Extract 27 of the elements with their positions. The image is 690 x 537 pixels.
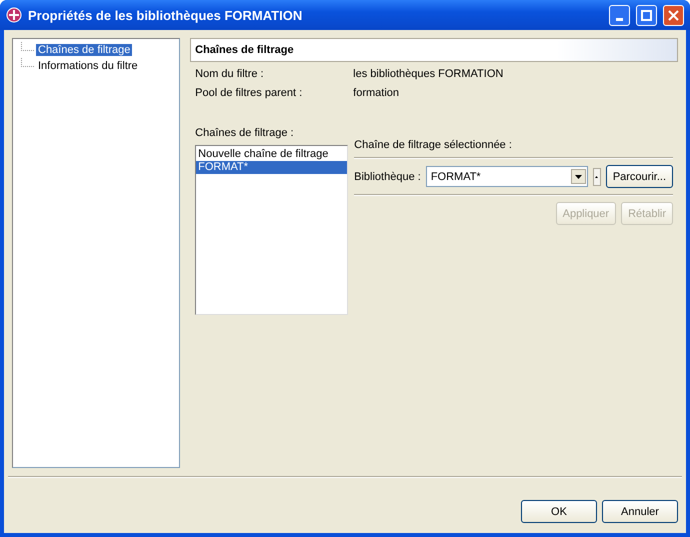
section-label: Chaîne de filtrage sélectionnée : [354, 139, 513, 151]
small-spin-button[interactable] [592, 168, 601, 186]
library-combo-box[interactable]: FORMAT* [426, 166, 588, 187]
minimize-button[interactable] [609, 4, 630, 26]
list-item[interactable]: Nouvelle chaîne de filtrage [196, 148, 348, 161]
up-arrow-icon [595, 176, 598, 178]
tree-item[interactable]: Informations du filtre [36, 60, 140, 72]
field-label: Pool de filtres parent : [195, 87, 304, 99]
maximize-button[interactable] [636, 4, 657, 26]
tree-item[interactable]: Chaînes de filtrage [36, 44, 132, 56]
field-label: Nom du filtre : [195, 68, 265, 80]
list-item[interactable]: FORMAT* [196, 161, 348, 174]
dropdown-arrow-icon [574, 174, 582, 178]
dialog-button[interactable]: Annuler [602, 500, 678, 523]
dialog-button[interactable]: OK [521, 500, 597, 523]
list-label: Chaînes de filtrage : [195, 127, 295, 139]
close-button[interactable] [663, 4, 684, 26]
library-label: Bibliothèque : [354, 170, 421, 182]
app-icon [6, 7, 22, 23]
window-title: Propriétés de les bibliothèques FORMATION [28, 8, 304, 22]
field-value: formation [353, 87, 400, 99]
close-icon [668, 10, 679, 20]
page-title: Chaînes de filtrage [190, 38, 678, 62]
field-value: les bibliothèques FORMATION [353, 68, 504, 80]
maximize-icon [641, 10, 652, 20]
browse-button[interactable]: Parcourir... [606, 165, 673, 188]
minimize-icon [616, 18, 623, 20]
